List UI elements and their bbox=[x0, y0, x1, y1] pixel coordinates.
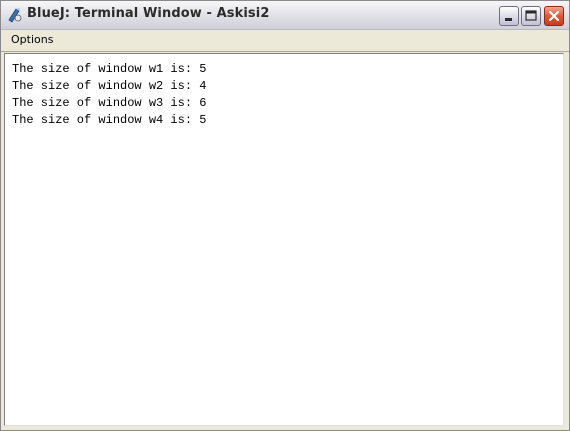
bluej-icon bbox=[7, 7, 23, 23]
output-line: The size of window w2 is: 4 bbox=[12, 79, 207, 93]
minimize-icon bbox=[505, 18, 512, 21]
output-line: The size of window w3 is: 6 bbox=[12, 96, 207, 110]
output-line: The size of window w4 is: 5 bbox=[12, 113, 207, 127]
title-bar[interactable]: BlueJ: Terminal Window - Askisi2 bbox=[1, 1, 569, 30]
menu-options[interactable]: Options bbox=[5, 32, 59, 47]
maximize-icon bbox=[525, 10, 537, 21]
output-line: The size of window w1 is: 5 bbox=[12, 62, 207, 76]
close-icon bbox=[548, 10, 560, 22]
terminal-window: BlueJ: Terminal Window - Askisi2 Options… bbox=[0, 0, 570, 431]
close-button[interactable] bbox=[544, 6, 564, 26]
output-lines: The size of window w1 is: 5 The size of … bbox=[12, 61, 206, 129]
terminal-output-area[interactable]: The size of window w1 is: 5 The size of … bbox=[4, 53, 564, 426]
maximize-button[interactable] bbox=[521, 6, 541, 26]
minimize-button[interactable] bbox=[499, 6, 519, 26]
menu-bar: Options bbox=[1, 30, 569, 52]
window-title: BlueJ: Terminal Window - Askisi2 bbox=[27, 6, 270, 21]
